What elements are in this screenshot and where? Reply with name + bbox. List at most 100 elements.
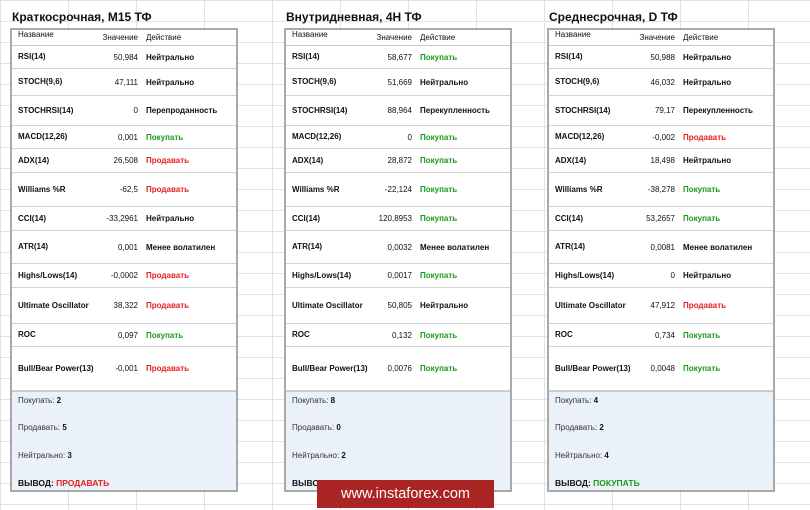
summary-label: Нейтрально: bbox=[18, 451, 68, 460]
indicator-name: MACD(12,26) bbox=[292, 132, 342, 141]
summary-value: 5 bbox=[62, 423, 67, 432]
indicator-action: Нейтрально bbox=[146, 52, 195, 62]
summary-value: 2 bbox=[599, 423, 604, 432]
indicator-value: 0,132 bbox=[391, 330, 412, 340]
summary-neutral-count: Нейтрально: 2 bbox=[292, 451, 346, 460]
indicator-value: 0,097 bbox=[117, 330, 138, 340]
table-row: CCI(14) -33,2961 Нейтрально bbox=[12, 207, 236, 231]
indicator-action: Нейтрально bbox=[146, 214, 195, 223]
table-row: ADX(14) 26,508 Продавать bbox=[12, 149, 236, 173]
table-row: Bull/Bear Power(13) 0,0076 Покупать bbox=[286, 347, 510, 391]
summary-sell-count: Продавать: 0 bbox=[292, 423, 341, 432]
indicator-name: CCI(14) bbox=[18, 213, 47, 223]
indicator-action: Менее волатилен bbox=[146, 242, 216, 252]
indicator-action: Покупать bbox=[146, 132, 184, 142]
indicator-value: 88,964 bbox=[387, 106, 412, 115]
table-row: Highs/Lows(14) -0,0002 Продавать bbox=[12, 264, 236, 288]
table-row: Bull/Bear Power(13) 0,0048 Покупать bbox=[549, 347, 773, 391]
indicator-name: MACD(12,26) bbox=[555, 132, 605, 141]
indicator-name: RSI(14) bbox=[292, 52, 320, 61]
indicator-name: Bull/Bear Power(13) bbox=[292, 363, 368, 373]
indicator-value: 0,0076 bbox=[387, 364, 412, 373]
indicator-value: -62,5 bbox=[119, 185, 138, 194]
indicator-action: Продавать bbox=[683, 132, 727, 142]
indicator-action: Покупать bbox=[420, 364, 458, 373]
table-row: Highs/Lows(14) 0,0017 Покупать bbox=[286, 264, 510, 288]
table-header: Название Значение Действие bbox=[549, 30, 773, 46]
table-row: STOCH(9,6) 51,669 Нейтрально bbox=[286, 69, 510, 96]
table-row: Williams %R -62,5 Продавать bbox=[12, 173, 236, 207]
indicator-value: 46,032 bbox=[650, 77, 675, 87]
indicator-panel-2: Внутридневная, 4H ТФ Название Значение Дейс… bbox=[284, 6, 512, 492]
indicator-action: Покупать bbox=[683, 185, 721, 194]
indicator-value: 26,508 bbox=[113, 156, 138, 165]
indicator-name: ATR(14) bbox=[292, 242, 323, 251]
summary-buy-count: Покупать: 8 bbox=[292, 396, 335, 405]
indicator-name: ATR(14) bbox=[555, 242, 586, 251]
indicator-action: Нейтрально bbox=[420, 77, 469, 87]
indicator-action: Менее волатилен bbox=[420, 242, 490, 252]
indicator-value: -22,124 bbox=[384, 185, 412, 194]
panel-title: Краткосрочная, M15 ТФ bbox=[12, 10, 152, 24]
table-row: RSI(14) 58,677 Покупать bbox=[286, 46, 510, 69]
summary-value: 3 bbox=[67, 451, 72, 460]
table-row: ATR(14) 0,001 Менее волатилен bbox=[12, 231, 236, 264]
header-action: Действие bbox=[146, 33, 182, 42]
indicator-action: Продавать bbox=[683, 301, 727, 310]
header-value: Значение bbox=[376, 33, 412, 42]
table-row: ADX(14) 18,498 Нейтрально bbox=[549, 149, 773, 173]
indicator-name: CCI(14) bbox=[555, 213, 584, 223]
summary-buy-count: Покупать: 2 bbox=[18, 396, 61, 405]
header-name: Название bbox=[292, 30, 328, 39]
verdict: ВЫВОД: ПРОДАВАТЬ bbox=[18, 478, 109, 488]
watermark-banner[interactable]: www.instaforex.com bbox=[317, 480, 494, 508]
table-row: STOCH(9,6) 47,111 Нейтрально bbox=[12, 69, 236, 96]
indicator-value: 53,2657 bbox=[646, 214, 675, 223]
indicator-value: 47,111 bbox=[114, 77, 138, 87]
indicator-value: 0,0048 bbox=[650, 364, 675, 373]
indicator-name: ADX(14) bbox=[18, 155, 50, 165]
table-row: MACD(12,26) 0 Покупать bbox=[286, 126, 510, 149]
indicator-action: Продавать bbox=[146, 364, 190, 373]
indicator-name: Highs/Lows(14) bbox=[292, 270, 352, 280]
summary-value: 4 bbox=[604, 451, 609, 460]
indicator-action: Перекупленность bbox=[683, 106, 753, 115]
indicator-action: Нейтрально bbox=[146, 77, 195, 87]
indicator-name: Ultimate Oscillator bbox=[18, 300, 89, 310]
table-row: RSI(14) 50,988 Нейтрально bbox=[549, 46, 773, 69]
summary-label: Нейтрально: bbox=[292, 451, 342, 460]
summary-label: Покупать: bbox=[555, 396, 594, 405]
table-row: Ultimate Oscillator 38,322 Продавать bbox=[12, 288, 236, 324]
indicator-name: RSI(14) bbox=[18, 52, 46, 61]
summary-value: 4 bbox=[593, 396, 599, 405]
indicator-name: Ultimate Oscillator bbox=[555, 300, 626, 310]
table-row: STOCHRSI(14) 79,17 Перекупленность bbox=[549, 96, 773, 126]
summary-neutral-count: Нейтрально: 4 bbox=[555, 451, 609, 460]
indicator-action: Покупать bbox=[420, 330, 458, 340]
indicator-value: 0 bbox=[407, 132, 412, 142]
indicator-name: STOCHRSI(14) bbox=[555, 105, 611, 115]
indicator-value: 50,805 bbox=[387, 301, 412, 310]
header-action: Действие bbox=[683, 33, 719, 42]
indicator-action: Менее волатилен bbox=[683, 242, 753, 252]
indicator-value: 38,322 bbox=[113, 301, 138, 310]
indicator-name: ROC bbox=[292, 330, 310, 339]
table-row: ADX(14) 28,872 Покупать bbox=[286, 149, 510, 173]
table-row: ROC 0,734 Покупать bbox=[549, 324, 773, 347]
verdict-value: ПОКУПАТЬ bbox=[593, 478, 640, 488]
table-row: Ultimate Oscillator 47,912 Продавать bbox=[549, 288, 773, 324]
indicator-action: Нейтрально bbox=[420, 301, 469, 310]
indicator-action: Нейтрально bbox=[683, 52, 732, 62]
header-name: Название bbox=[18, 30, 54, 39]
panel-title: Внутридневная, 4H ТФ bbox=[286, 10, 422, 24]
table-header: Название Значение Действие bbox=[286, 30, 510, 46]
indicator-action: Покупать bbox=[420, 271, 458, 280]
indicator-value: 51,669 bbox=[387, 77, 412, 87]
indicator-value: 120,8953 bbox=[378, 214, 412, 223]
table-row: ROC 0,132 Покупать bbox=[286, 324, 510, 347]
indicator-table: Название Значение Действие RSI(14) 58,677 Пок… bbox=[284, 28, 512, 492]
table-row: ATR(14) 0,0032 Менее волатилен bbox=[286, 231, 510, 264]
indicator-action: Продавать bbox=[146, 185, 190, 194]
table-row: ROC 0,097 Покупать bbox=[12, 324, 236, 347]
table-row: Highs/Lows(14) 0 Нейтрально bbox=[549, 264, 773, 288]
